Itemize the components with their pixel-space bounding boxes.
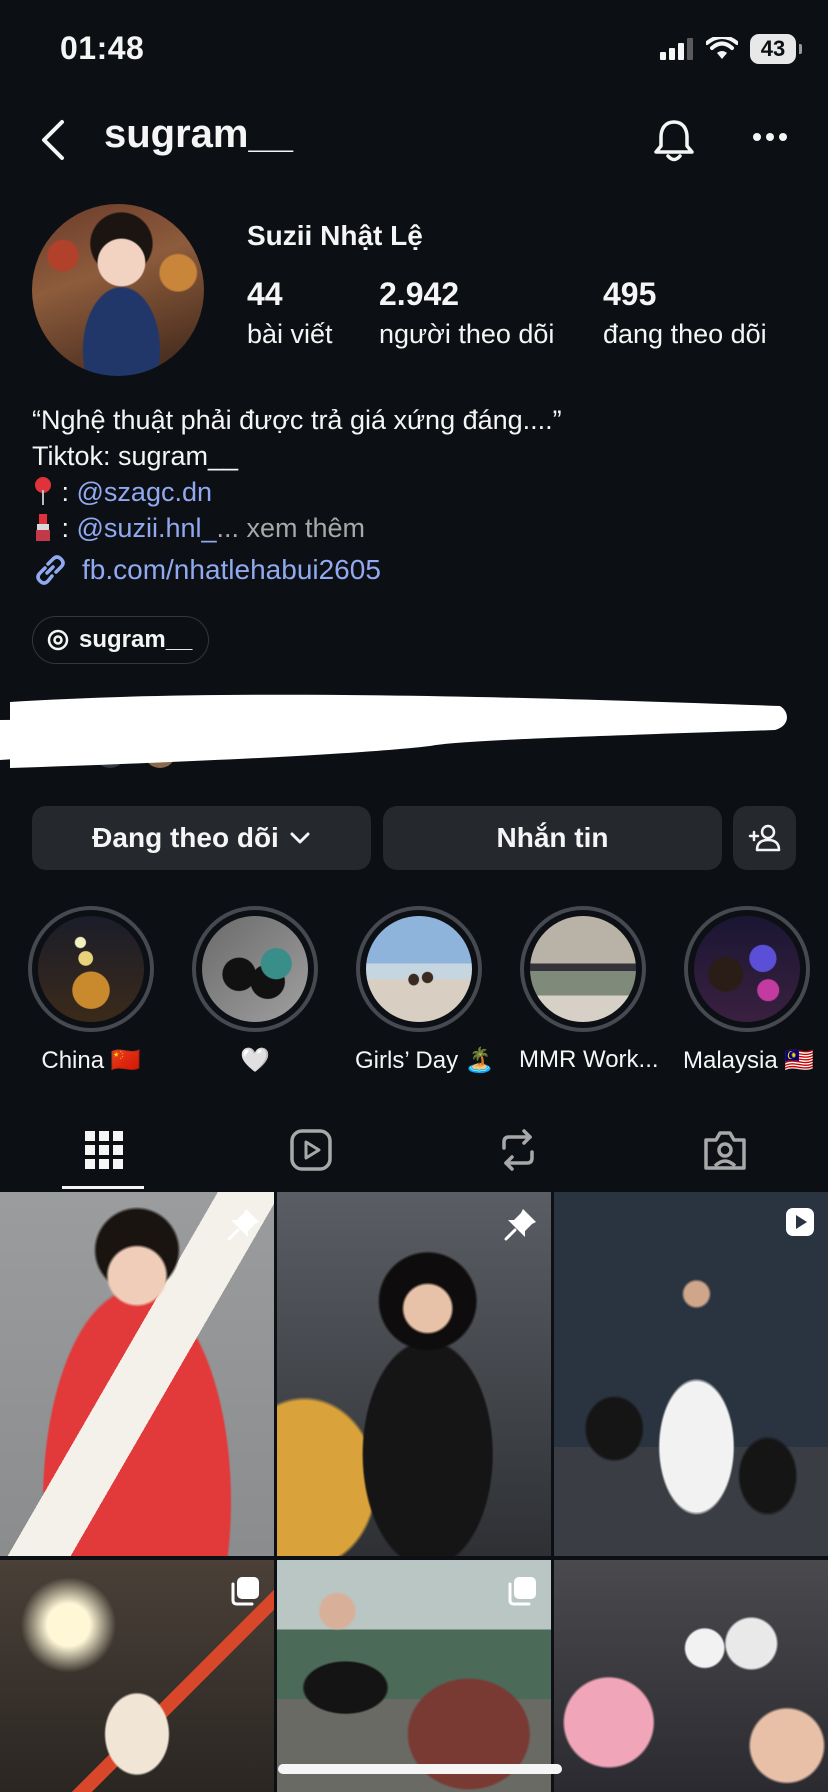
wifi-icon — [706, 37, 738, 59]
highlight-cover — [38, 916, 144, 1022]
posts-count: 44 — [247, 276, 283, 312]
highlight-cover — [366, 916, 472, 1022]
followers-count: 2.942 — [379, 276, 460, 312]
active-tab-indicator — [62, 1186, 144, 1189]
tagged-icon — [703, 1131, 746, 1170]
external-link[interactable]: fb.com/nhatlehabui2605 — [32, 552, 381, 588]
bio-mention-suzii[interactable]: @suzii.hnl_ — [77, 513, 217, 543]
profile-username: sugram__ — [104, 112, 293, 156]
pin-location-icon — [35, 477, 51, 505]
bio-quote: “Nghệ thuật phải được trả giá xứng đáng.… — [32, 405, 562, 435]
bio-mention-szagc[interactable]: @szagc.dn — [77, 477, 212, 507]
tab-reels[interactable] — [207, 1112, 414, 1188]
carousel-icon — [231, 1577, 259, 1606]
suggest-users-button[interactable] — [733, 806, 796, 870]
highlight-malaysia[interactable]: Malaysia 🇲🇾 — [683, 906, 815, 1075]
status-icons: 43 — [660, 34, 802, 64]
bell-icon[interactable] — [652, 118, 696, 164]
highlight-ring — [356, 906, 482, 1032]
redaction-mark — [0, 694, 787, 768]
highlight-cover — [202, 916, 308, 1022]
tab-tagged[interactable] — [621, 1112, 828, 1188]
link-icon — [36, 555, 65, 585]
highlight-heart[interactable]: 🤍 — [191, 906, 319, 1075]
pin-icon — [227, 1209, 259, 1241]
post-tile[interactable] — [0, 1192, 274, 1556]
highlight-label: MMR Work... — [519, 1046, 659, 1073]
highlight-china[interactable]: China 🇨🇳 — [27, 906, 155, 1075]
post-tile[interactable] — [0, 1560, 274, 1792]
add-user-icon — [748, 824, 780, 852]
status-time: 01:48 — [60, 30, 145, 66]
back-icon[interactable] — [38, 118, 68, 162]
reposts-icon — [501, 1129, 534, 1171]
highlight-label: Malaysia 🇲🇾 — [683, 1047, 815, 1074]
profile-bio: “Nghệ thuật phải được trả giá xứng đáng.… — [32, 402, 792, 546]
stat-posts[interactable]: 44 bài viết — [247, 276, 333, 350]
lipstick-icon — [36, 514, 50, 541]
message-button[interactable]: Nhắn tin — [383, 806, 722, 870]
followers-label: người theo dõi — [379, 319, 555, 349]
highlight-ring — [192, 906, 318, 1032]
battery-indicator: 43 — [750, 34, 802, 64]
stat-following[interactable]: 495 đang theo dõi — [603, 276, 767, 350]
carousel-icon — [508, 1577, 536, 1606]
bio-location-line: : @szagc.dn — [32, 474, 792, 510]
following-label: đang theo dõi — [603, 319, 767, 349]
bio-lipstick-line: : @suzii.hnl_... xem thêm — [32, 510, 792, 546]
highlight-mmr-work[interactable]: MMR Work... — [519, 906, 659, 1074]
grid-icon — [84, 1131, 123, 1169]
post-tile[interactable] — [554, 1192, 828, 1556]
highlight-cover — [530, 916, 636, 1022]
tab-posts-grid[interactable] — [0, 1112, 207, 1188]
stat-followers[interactable]: 2.942 người theo dõi — [379, 276, 554, 350]
signal-icon — [660, 38, 693, 60]
threads-icon — [47, 629, 69, 651]
tab-reposts[interactable] — [414, 1112, 621, 1188]
video-icon — [786, 1208, 814, 1236]
more-options-icon[interactable] — [752, 132, 788, 142]
highlight-label: 🤍 — [240, 1047, 270, 1074]
highlight-ring — [28, 906, 154, 1032]
post-tile[interactable] — [554, 1560, 828, 1792]
bio-lipstick-sep: : — [54, 513, 77, 543]
pin-icon — [504, 1209, 536, 1241]
post-tile[interactable] — [277, 1560, 551, 1792]
highlight-ring — [684, 906, 810, 1032]
following-button-label: Đang theo dõi — [92, 822, 279, 853]
highlight-label: Girls’ Day 🏝️ — [355, 1047, 495, 1074]
reels-icon — [289, 1129, 332, 1171]
highlight-girls-day[interactable]: Girls’ Day 🏝️ — [355, 906, 495, 1075]
profile-avatar[interactable] — [32, 204, 204, 376]
bio-tiktok: Tiktok: sugram__ — [32, 441, 239, 471]
highlight-cover — [694, 916, 800, 1022]
message-button-label: Nhắn tin — [496, 822, 609, 853]
profile-display-name: Suzii Nhật Lệ — [247, 220, 423, 251]
post-tile[interactable] — [277, 1192, 551, 1556]
chevron-down-icon — [290, 832, 310, 844]
home-indicator — [278, 1764, 562, 1774]
following-button[interactable]: Đang theo dõi — [32, 806, 371, 870]
posts-label: bài viết — [247, 319, 333, 349]
see-more-link[interactable]: ... xem thêm — [217, 513, 366, 543]
threads-handle: sugram__ — [79, 626, 193, 653]
threads-badge[interactable]: sugram__ — [32, 616, 210, 664]
bio-location-sep: : — [54, 477, 77, 507]
following-count: 495 — [603, 276, 657, 312]
highlight-label: China 🇨🇳 — [41, 1047, 141, 1074]
highlight-ring — [520, 906, 646, 1032]
external-link-text: fb.com/nhatlehabui2605 — [82, 554, 381, 585]
